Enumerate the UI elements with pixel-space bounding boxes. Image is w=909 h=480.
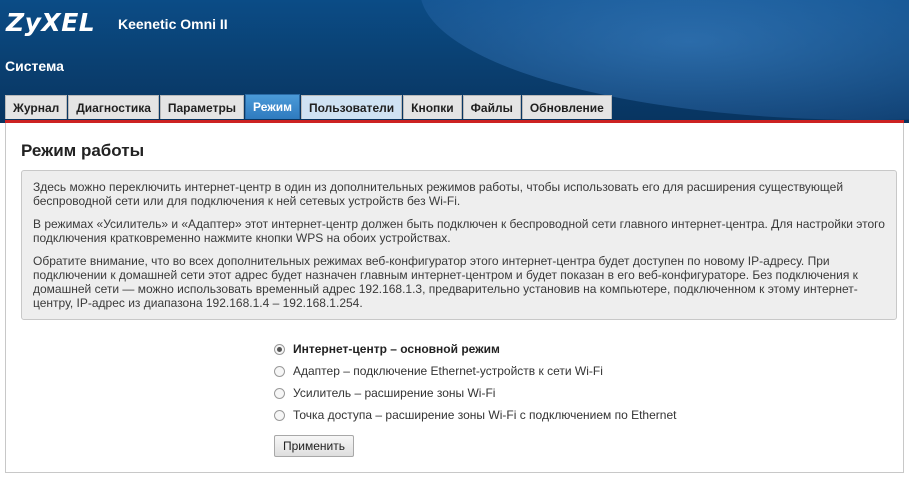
info-paragraph-2: В режимах «Усилитель» и «Адаптер» этот и… bbox=[33, 217, 885, 245]
radio-button[interactable] bbox=[274, 387, 285, 399]
model-name: Keenetic Omni II bbox=[118, 16, 228, 32]
section-title: Система bbox=[5, 58, 64, 74]
mode-options: Интернет-центр – основной режим Адаптер … bbox=[274, 338, 676, 426]
tab-bar: Журнал Диагностика Параметры Режим Польз… bbox=[5, 94, 612, 120]
tab-update[interactable]: Обновление bbox=[521, 95, 612, 119]
mode-option-label: Интернет-центр – основной режим bbox=[293, 342, 500, 356]
apply-button[interactable]: Применить bbox=[274, 435, 355, 457]
mode-option-adapter[interactable]: Адаптер – подключение Ethernet-устройств… bbox=[274, 360, 676, 382]
radio-button[interactable] bbox=[274, 365, 285, 377]
tab-buttons[interactable]: Кнопки bbox=[403, 95, 462, 119]
mode-option-label: Точка доступа – расширение зоны Wi-Fi с … bbox=[293, 408, 677, 422]
mode-option-internet-center[interactable]: Интернет-центр – основной режим bbox=[274, 338, 676, 360]
radio-button-selected[interactable] bbox=[274, 343, 285, 355]
tab-parameters[interactable]: Параметры bbox=[159, 95, 245, 119]
info-paragraph-3: Обратите внимание, что во всех дополните… bbox=[33, 254, 858, 310]
tab-users[interactable]: Пользователи bbox=[301, 95, 403, 119]
info-box: Здесь можно переключить интернет-центр в… bbox=[21, 170, 897, 320]
mode-option-repeater[interactable]: Усилитель – расширение зоны Wi-Fi bbox=[274, 382, 676, 404]
mode-option-label: Адаптер – подключение Ethernet-устройств… bbox=[293, 364, 603, 378]
tab-mode[interactable]: Режим bbox=[245, 94, 301, 119]
brand-logo: ZyXEL bbox=[6, 8, 96, 37]
tab-journal[interactable]: Журнал bbox=[5, 95, 68, 119]
page-title: Режим работы bbox=[21, 141, 145, 160]
tab-files[interactable]: Файлы bbox=[462, 95, 521, 119]
mode-option-label: Усилитель – расширение зоны Wi-Fi bbox=[293, 386, 496, 400]
info-paragraph-1: Здесь можно переключить интернет-центр в… bbox=[33, 180, 844, 208]
tab-diagnostics[interactable]: Диагностика bbox=[68, 95, 159, 119]
mode-option-access-point[interactable]: Точка доступа – расширение зоны Wi-Fi с … bbox=[274, 404, 676, 426]
mode-panel: Режим работы Здесь можно переключить инт… bbox=[5, 123, 904, 473]
radio-button[interactable] bbox=[274, 409, 285, 421]
